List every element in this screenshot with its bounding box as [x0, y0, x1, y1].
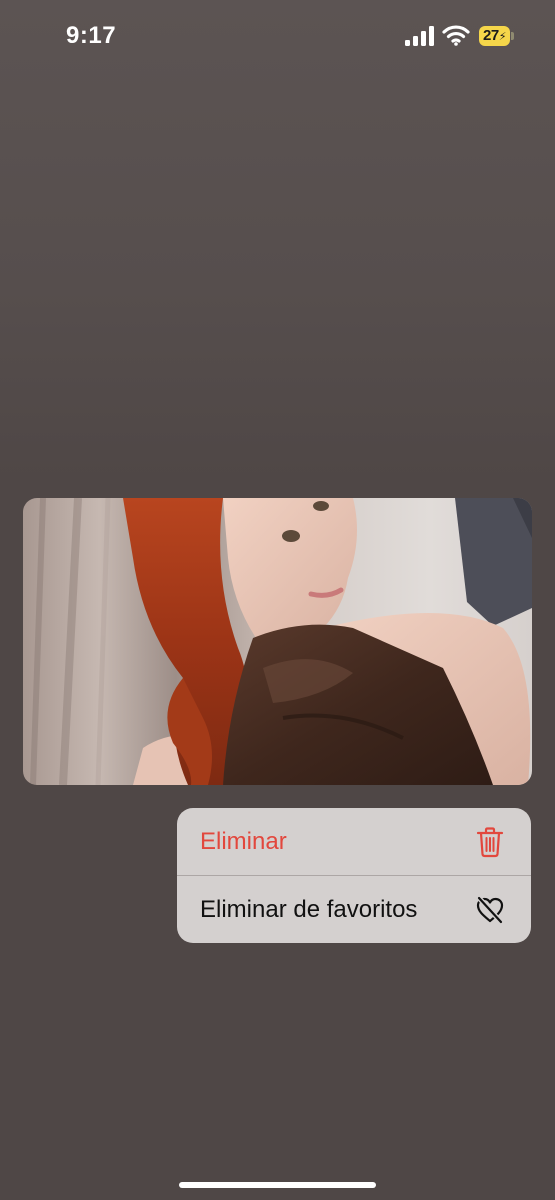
battery-cap: [511, 32, 514, 40]
delete-button[interactable]: Eliminar: [177, 808, 531, 875]
context-menu: Eliminar Eliminar de favoritos: [177, 808, 531, 943]
signal-icon: [405, 26, 434, 46]
battery-level-text: 27: [483, 27, 499, 44]
charging-bolt-icon: ⚡: [498, 31, 507, 43]
wifi-icon: [442, 25, 470, 46]
remove-favorite-button[interactable]: Eliminar de favoritos: [177, 876, 531, 943]
battery-percentage: 27⚡: [481, 26, 508, 46]
trash-icon: [476, 827, 504, 858]
status-time: 9:17: [66, 22, 117, 49]
heart-slash-icon: [476, 895, 504, 925]
background-gradient: [0, 0, 555, 480]
photo-preview[interactable]: [23, 498, 532, 785]
home-indicator[interactable]: [179, 1182, 376, 1188]
photo-image: [23, 498, 532, 785]
delete-label: Eliminar: [200, 828, 287, 855]
remove-favorite-label: Eliminar de favoritos: [200, 896, 418, 923]
battery-icon: 27⚡: [479, 26, 515, 46]
